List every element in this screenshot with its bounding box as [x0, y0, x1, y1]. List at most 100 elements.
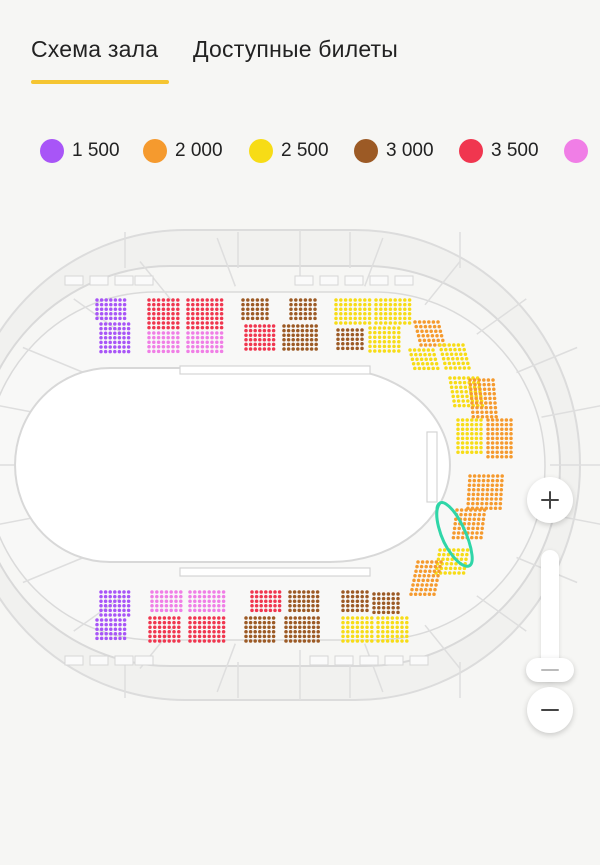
seat — [460, 450, 465, 454]
seat — [205, 331, 209, 335]
seat — [485, 492, 489, 497]
seat — [215, 312, 219, 316]
seat — [197, 625, 202, 629]
seat — [498, 501, 503, 506]
seat — [474, 445, 479, 450]
seat — [103, 331, 108, 335]
seat — [410, 357, 415, 361]
seat — [311, 634, 316, 639]
seat — [448, 376, 452, 380]
seat — [177, 639, 181, 643]
seat — [244, 328, 248, 333]
seat — [348, 302, 353, 307]
seat — [463, 517, 467, 521]
seat — [465, 441, 469, 445]
arena-plan[interactable] — [0, 220, 600, 740]
seat — [176, 331, 180, 335]
seat — [456, 445, 460, 450]
tab-hall-scheme[interactable]: Схема зала — [31, 36, 158, 63]
seat — [495, 418, 499, 422]
seat — [423, 343, 428, 347]
seat — [169, 608, 173, 613]
seat — [489, 410, 493, 414]
zoom-in-button[interactable] — [527, 477, 573, 523]
seat — [176, 325, 180, 330]
skybox — [114, 275, 134, 286]
tab-available-tickets[interactable]: Доступные билеты — [193, 36, 398, 63]
seat — [300, 347, 305, 351]
zoom-out-button[interactable] — [527, 687, 573, 733]
seat — [118, 302, 122, 307]
legend-item-3500[interactable]: 3 500 — [459, 138, 539, 164]
seat — [391, 610, 395, 615]
seat — [248, 333, 253, 337]
seat — [382, 326, 387, 330]
seat — [147, 307, 151, 311]
seat — [489, 501, 493, 506]
seat — [262, 347, 267, 351]
seat — [179, 590, 183, 594]
seat — [277, 594, 282, 599]
seat — [490, 441, 495, 445]
seat — [486, 418, 490, 422]
seat — [288, 625, 293, 629]
seat — [459, 390, 464, 394]
legend-item-2500[interactable]: 2 500 — [249, 138, 329, 164]
seat — [188, 634, 192, 639]
seat — [480, 415, 485, 419]
seat — [482, 512, 486, 517]
legend-item-2000[interactable]: 2 000 — [143, 138, 223, 164]
seat — [434, 329, 438, 333]
seat — [452, 571, 457, 575]
seat — [156, 331, 161, 335]
seat — [462, 403, 466, 408]
seat — [253, 616, 257, 620]
seat — [288, 620, 293, 625]
seat — [289, 298, 293, 302]
seat — [195, 340, 200, 344]
seat — [296, 342, 300, 347]
seat — [293, 634, 297, 639]
seat — [504, 455, 509, 459]
seat — [109, 636, 113, 641]
seat — [169, 599, 173, 603]
seat — [200, 345, 205, 349]
seat — [215, 307, 219, 311]
legend-item-1500[interactable]: 1 500 — [40, 138, 120, 164]
seat — [176, 340, 180, 344]
legend-item-more[interactable] — [564, 138, 588, 164]
seat — [476, 492, 480, 497]
seat — [471, 415, 475, 419]
seat — [382, 330, 387, 335]
seat — [152, 335, 156, 340]
legend-item-3000[interactable]: 3 000 — [354, 138, 434, 164]
zoom-slider-handle[interactable] — [526, 658, 574, 682]
seat — [108, 322, 112, 326]
seat — [416, 334, 421, 338]
seat — [155, 594, 159, 599]
seat — [409, 592, 413, 596]
seat — [376, 634, 380, 639]
seat — [255, 312, 260, 316]
seat — [103, 322, 108, 326]
seat — [244, 342, 248, 347]
seat — [273, 604, 277, 608]
seat — [157, 616, 162, 620]
seat — [467, 522, 471, 526]
seat — [99, 298, 104, 302]
seat — [360, 594, 364, 599]
seat — [500, 432, 504, 436]
seat — [469, 508, 473, 512]
seating-map[interactable] — [0, 220, 600, 740]
seat — [419, 357, 424, 361]
seat — [456, 432, 460, 436]
seat — [268, 594, 273, 599]
seat — [150, 594, 154, 599]
seat — [171, 298, 175, 302]
seat — [504, 441, 509, 445]
seat — [480, 492, 485, 497]
seat — [376, 625, 380, 629]
seat — [166, 302, 170, 307]
seat — [341, 337, 345, 341]
seat — [434, 583, 438, 587]
